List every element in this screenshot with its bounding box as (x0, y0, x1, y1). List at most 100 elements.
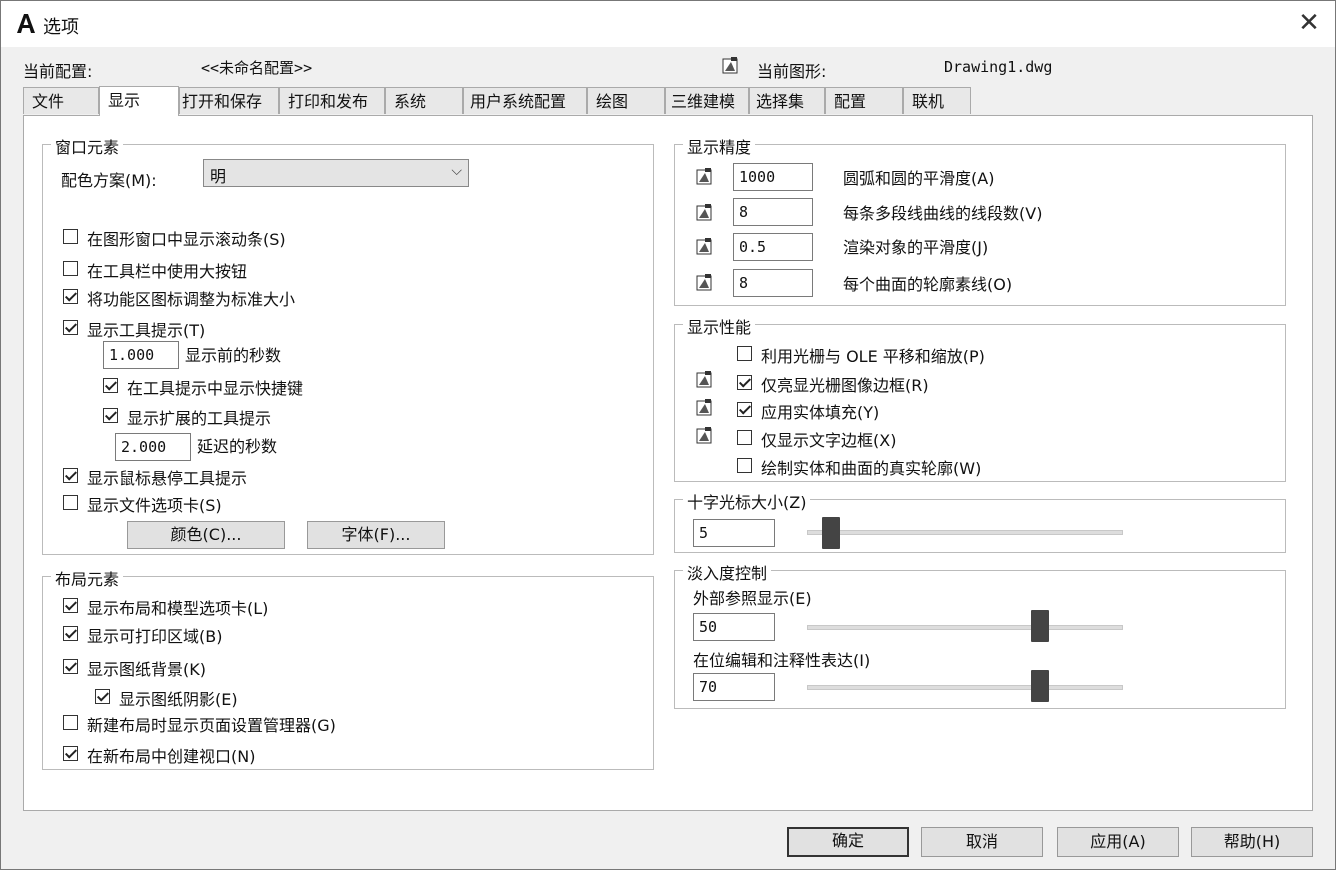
tab-display[interactable]: 显示 (99, 86, 179, 116)
silhouettes-checkbox[interactable] (737, 458, 752, 473)
group-title: 布局元素 (51, 566, 124, 590)
color-scheme-value: 明 (210, 167, 227, 186)
rollover-tooltips-label: 显示鼠标悬停工具提示 (87, 469, 248, 488)
inplace-fade-label: 在位编辑和注释性表达(I) (693, 651, 871, 670)
window-title: 选项 (43, 17, 79, 38)
extended-tooltips-checkbox[interactable] (103, 408, 118, 423)
resize-ribbon-icons-checkbox[interactable] (63, 289, 78, 304)
extended-delay-input[interactable]: 2.000 (115, 433, 191, 461)
inplace-fade-input[interactable]: 70 (693, 673, 775, 701)
current-drawing-value: Drawing1.dwg (944, 58, 1053, 76)
tab-system[interactable]: 系统 (385, 87, 463, 114)
contour-lines-input[interactable]: 8 (733, 269, 813, 297)
tab-selection[interactable]: 选择集 (749, 87, 825, 114)
group-title: 窗口元素 (51, 134, 124, 158)
paper-background-checkbox[interactable] (63, 659, 78, 674)
tab-label: 文件 (32, 92, 65, 111)
tab-label: 显示 (108, 91, 141, 110)
raster-frame-checkbox[interactable] (737, 375, 752, 390)
tab-open-save[interactable]: 打开和保存 (179, 87, 279, 114)
tab-label: 绘图 (596, 92, 629, 111)
text-boundary-checkbox[interactable] (737, 430, 752, 445)
tab-label: 联机 (912, 92, 945, 111)
tab-label: 系统 (394, 92, 427, 111)
raster-ole-checkbox[interactable] (737, 346, 752, 361)
group-title: 显示性能 (683, 314, 756, 338)
solid-fill-label: 应用实体填充(Y) (761, 403, 880, 422)
tab-label: 打开和保存 (182, 92, 263, 111)
raster-ole-label: 利用光栅与 OLE 平移和缩放(P) (761, 347, 985, 366)
color-scheme-label: 配色方案(M): (61, 171, 157, 190)
crosshair-size-input[interactable]: 5 (693, 519, 775, 547)
tab-profiles[interactable]: 配置 (825, 87, 903, 114)
tab-files[interactable]: 文件 (23, 87, 99, 114)
page-setup-manager-label: 新建布局时显示页面设置管理器(G) (87, 716, 336, 735)
color-scheme-select[interactable]: 明 ⌵ (203, 159, 469, 187)
drawing-saved-icon (696, 399, 712, 416)
tooltip-delay-input[interactable]: 1.000 (103, 341, 179, 369)
colors-button[interactable]: 颜色(C)... (127, 521, 285, 549)
ok-button[interactable]: 确定 (787, 827, 909, 857)
crosshair-size-group: 十字光标大小(Z) 5 (674, 489, 1286, 553)
layout-model-tabs-checkbox[interactable] (63, 598, 78, 613)
drawing-saved-icon (696, 238, 712, 255)
large-buttons-checkbox[interactable] (63, 261, 78, 276)
rendered-smoothness-label: 渲染对象的平滑度(J) (843, 238, 989, 257)
extended-delay-label: 延迟的秒数 (197, 437, 278, 456)
display-tab-page: 窗口元素 配色方案(M): 明 ⌵ 在图形窗口中显示滚动条(S) 在工具栏中使用… (23, 115, 1313, 811)
xref-fade-input[interactable]: 50 (693, 613, 775, 641)
drawing-saved-icon (696, 204, 712, 221)
arc-smoothness-input[interactable]: 1000 (733, 163, 813, 191)
tab-label: 选择集 (756, 92, 805, 111)
tab-user-preferences[interactable]: 用户系统配置 (463, 87, 587, 114)
polyline-segments-label: 每条多段线曲线的线段数(V) (843, 204, 1043, 223)
crosshair-size-slider-thumb[interactable] (821, 517, 840, 549)
inplace-fade-slider-track[interactable] (807, 685, 1123, 690)
polyline-segments-input[interactable]: 8 (733, 198, 813, 226)
resize-ribbon-icons-label: 将功能区图标调整为标准大小 (87, 290, 296, 309)
drawing-saved-icon (722, 57, 738, 74)
options-dialog: 选项 ✕ 当前配置: <<未命名配置>> 当前图形: Drawing1.dwg … (0, 0, 1336, 870)
tab-3d-modeling[interactable]: 三维建模 (665, 87, 749, 114)
page-setup-manager-checkbox[interactable] (63, 715, 78, 730)
tab-plot-publish[interactable]: 打印和发布 (279, 87, 385, 114)
tab-label: 配置 (834, 92, 867, 111)
extended-tooltips-label: 显示扩展的工具提示 (127, 409, 272, 428)
close-icon[interactable]: ✕ (1293, 7, 1325, 39)
create-viewport-checkbox[interactable] (63, 746, 78, 761)
xref-fade-slider-track[interactable] (807, 625, 1123, 630)
tab-online[interactable]: 联机 (903, 87, 971, 114)
file-tabs-checkbox[interactable] (63, 495, 78, 510)
fonts-button[interactable]: 字体(F)... (307, 521, 445, 549)
window-elements-group: 窗口元素 配色方案(M): 明 ⌵ 在图形窗口中显示滚动条(S) 在工具栏中使用… (42, 134, 654, 555)
paper-shadow-checkbox[interactable] (95, 689, 110, 704)
large-buttons-label: 在工具栏中使用大按钮 (87, 262, 248, 281)
text-boundary-label: 仅显示文字边框(X) (761, 431, 897, 450)
rollover-tooltips-checkbox[interactable] (63, 468, 78, 483)
chevron-down-icon: ⌵ (451, 163, 462, 179)
tab-drafting[interactable]: 绘图 (587, 87, 665, 114)
inplace-fade-slider-thumb[interactable] (1030, 670, 1049, 702)
xref-fade-slider-thumb[interactable] (1030, 610, 1049, 642)
cancel-button[interactable]: 取消 (921, 827, 1043, 857)
scrollbars-checkbox[interactable] (63, 229, 78, 244)
display-resolution-group: 显示精度 1000 圆弧和圆的平滑度(A) 8 每条多段线曲线的线段数(V) 0… (674, 134, 1286, 306)
paper-shadow-label: 显示图纸阴影(E) (119, 690, 238, 709)
autocad-a-icon (17, 14, 35, 33)
apply-button[interactable]: 应用(A) (1057, 827, 1179, 857)
shortcut-keys-checkbox[interactable] (103, 378, 118, 393)
rendered-smoothness-input[interactable]: 0.5 (733, 233, 813, 261)
current-drawing-label: 当前图形: (757, 62, 827, 81)
title-bar: 选项 ✕ (1, 1, 1335, 47)
solid-fill-checkbox[interactable] (737, 402, 752, 417)
tooltips-checkbox[interactable] (63, 320, 78, 335)
printable-area-checkbox[interactable] (63, 626, 78, 641)
help-button[interactable]: 帮助(H) (1191, 827, 1313, 857)
drawing-saved-icon (696, 274, 712, 291)
tab-label: 三维建模 (671, 92, 736, 111)
group-title: 淡入度控制 (683, 560, 772, 584)
fade-control-group: 淡入度控制 外部参照显示(E) 50 在位编辑和注释性表达(I) 70 (674, 560, 1286, 709)
tooltip-delay-label: 显示前的秒数 (185, 346, 282, 365)
crosshair-size-slider-track[interactable] (807, 530, 1123, 535)
paper-background-label: 显示图纸背景(K) (87, 660, 206, 679)
